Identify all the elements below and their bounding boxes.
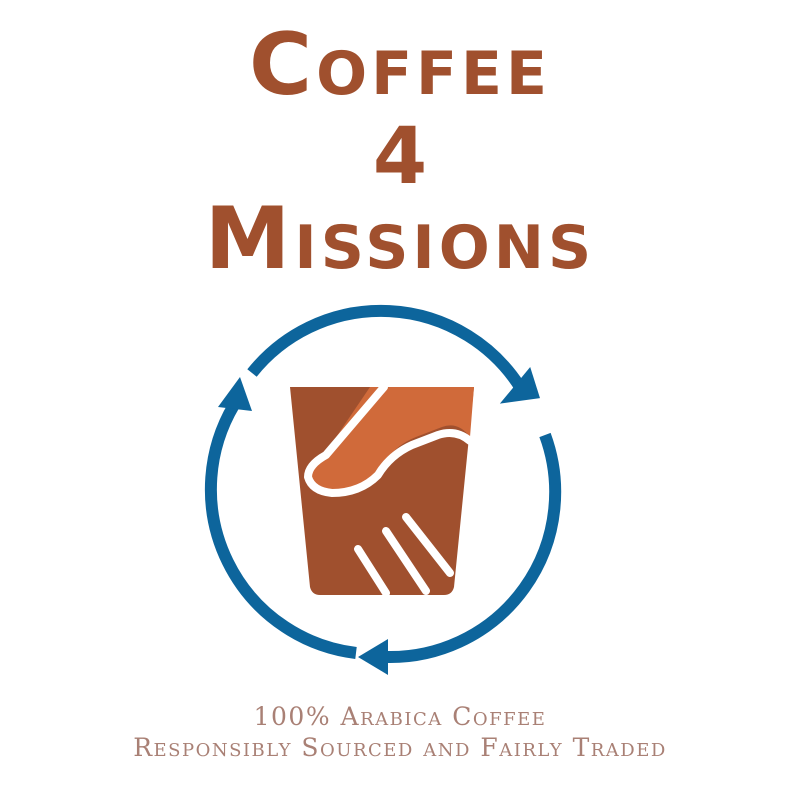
tagline-sourcing: Responsibly Sourced and Fairly Traded xyxy=(133,733,667,762)
title-coffee: Coffee xyxy=(248,15,552,115)
title-four: 4 xyxy=(372,112,428,202)
logo-emblem xyxy=(204,304,562,675)
tagline-arabica: 100% Arabica Coffee xyxy=(253,702,547,731)
coffee-cup-handshake-icon xyxy=(290,383,474,597)
title-missions: Missions xyxy=(204,189,596,289)
